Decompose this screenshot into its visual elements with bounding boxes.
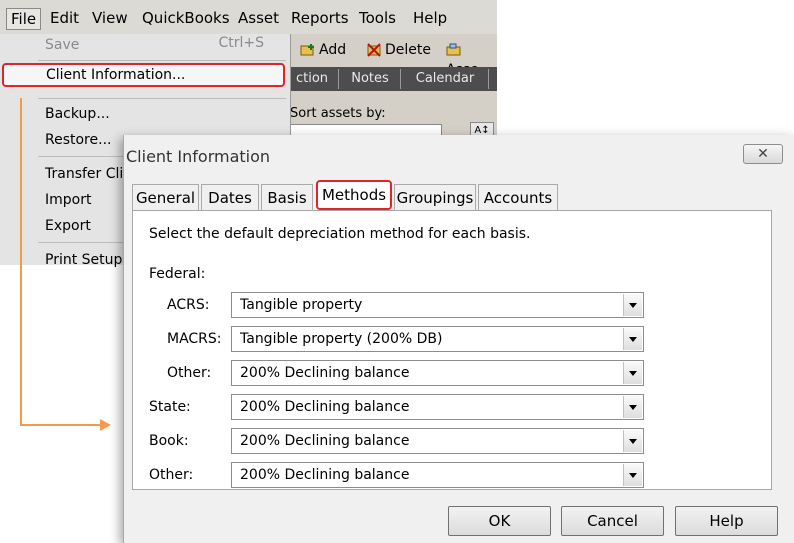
chevron-down-icon[interactable] [623,464,642,486]
macrs-method-value: Tangible property (200% DB) [240,331,443,347]
federal-other-method-select[interactable]: 200% Declining balance [231,360,644,386]
other-method-select[interactable]: 200% Declining balance [231,462,644,488]
tab-accounts[interactable]: Accounts [478,184,558,210]
chevron-down-icon[interactable] [623,396,642,418]
menu-help[interactable]: Help [413,8,447,28]
tab-methods[interactable]: Methods [316,180,392,210]
menu-tools[interactable]: Tools [359,8,396,28]
tab-basis[interactable]: Basis [261,184,313,210]
menu-separator [38,98,286,99]
menu-reports[interactable]: Reports [291,8,349,28]
dialog-title: Client Information [126,147,271,166]
acrs-label: ACRS: [167,297,210,313]
federal-other-method-value: 200% Declining balance [240,365,410,381]
other-label: Other: [149,467,194,483]
delete-button[interactable]: Delete [366,40,431,60]
state-method-value: 200% Declining balance [240,399,410,415]
federal-other-label: Other: [167,365,212,381]
app-tab-calendar[interactable]: Calendar [402,69,489,89]
client-information-dialog: Client Information ✕ General Dates Basis… [123,135,794,543]
cancel-button[interactable]: Cancel [561,506,664,536]
close-button[interactable]: ✕ [743,144,783,164]
tab-dates[interactable]: Dates [201,184,259,210]
save-shortcut: Ctrl+S [218,35,264,51]
close-icon: ✕ [757,146,769,162]
delete-label: Delete [385,42,431,58]
state-method-select[interactable]: 200% Declining balance [231,394,644,420]
menu-quickbooks[interactable]: QuickBooks [142,8,230,28]
connector-line [20,98,22,426]
ok-button[interactable]: OK [448,506,551,536]
app-toolbar: Add Delete Asse [286,34,497,78]
asset-icon [446,43,462,57]
menu-item-save: Save [45,37,80,53]
chevron-down-icon[interactable] [623,328,642,350]
menu-item-restore[interactable]: Restore... [45,130,111,150]
acrs-method-select[interactable]: Tangible property [231,292,644,318]
state-label: State: [149,399,191,415]
acrs-method-value: Tangible property [240,297,363,313]
menu-edit[interactable]: Edit [50,8,79,28]
book-method-value: 200% Declining balance [240,433,410,449]
connector-arrowhead [100,419,111,431]
menu-item-transfer[interactable]: Transfer Clie [45,164,132,184]
macrs-method-select[interactable]: Tangible property (200% DB) [231,326,644,352]
menu-view[interactable]: View [92,8,128,28]
other-method-value: 200% Declining balance [240,467,410,483]
sort-assets-label: Sort assets by: [290,106,386,121]
add-label: Add [319,42,347,58]
chevron-down-icon[interactable] [623,430,642,452]
connector-line [20,424,100,426]
menu-item-backup[interactable]: Backup... [45,104,110,124]
add-asset-icon [300,43,316,57]
chevron-down-icon[interactable] [623,294,642,316]
macrs-label: MACRS: [167,331,222,347]
menu-asset[interactable]: Asset [238,8,279,28]
menu-separator [38,60,286,61]
federal-label: Federal: [149,266,206,282]
tab-groupings[interactable]: Groupings [394,184,476,210]
asset-button[interactable]: Asse [446,40,497,78]
methods-description: Select the default depreciation method f… [149,226,531,242]
menu-item-export[interactable]: Export [45,216,91,236]
app-tab-strip: ction Notes Calendar [286,67,497,91]
book-label: Book: [149,433,189,449]
app-tab-action[interactable]: ction [286,69,339,89]
menu-file[interactable]: File [6,8,42,30]
delete-asset-icon [366,43,382,57]
menu-item-client-information[interactable]: Client Information... [46,65,185,85]
app-tab-notes[interactable]: Notes [340,69,401,89]
menu-item-import[interactable]: Import [45,190,91,210]
tab-general[interactable]: General [132,184,199,210]
help-button[interactable]: Help [675,506,778,536]
book-method-select[interactable]: 200% Declining balance [231,428,644,454]
menu-bar: File Edit View QuickBooks Asset Reports … [0,0,497,35]
chevron-down-icon[interactable] [623,362,642,384]
methods-panel: Select the default depreciation method f… [132,210,772,490]
add-button[interactable]: Add [300,40,346,60]
